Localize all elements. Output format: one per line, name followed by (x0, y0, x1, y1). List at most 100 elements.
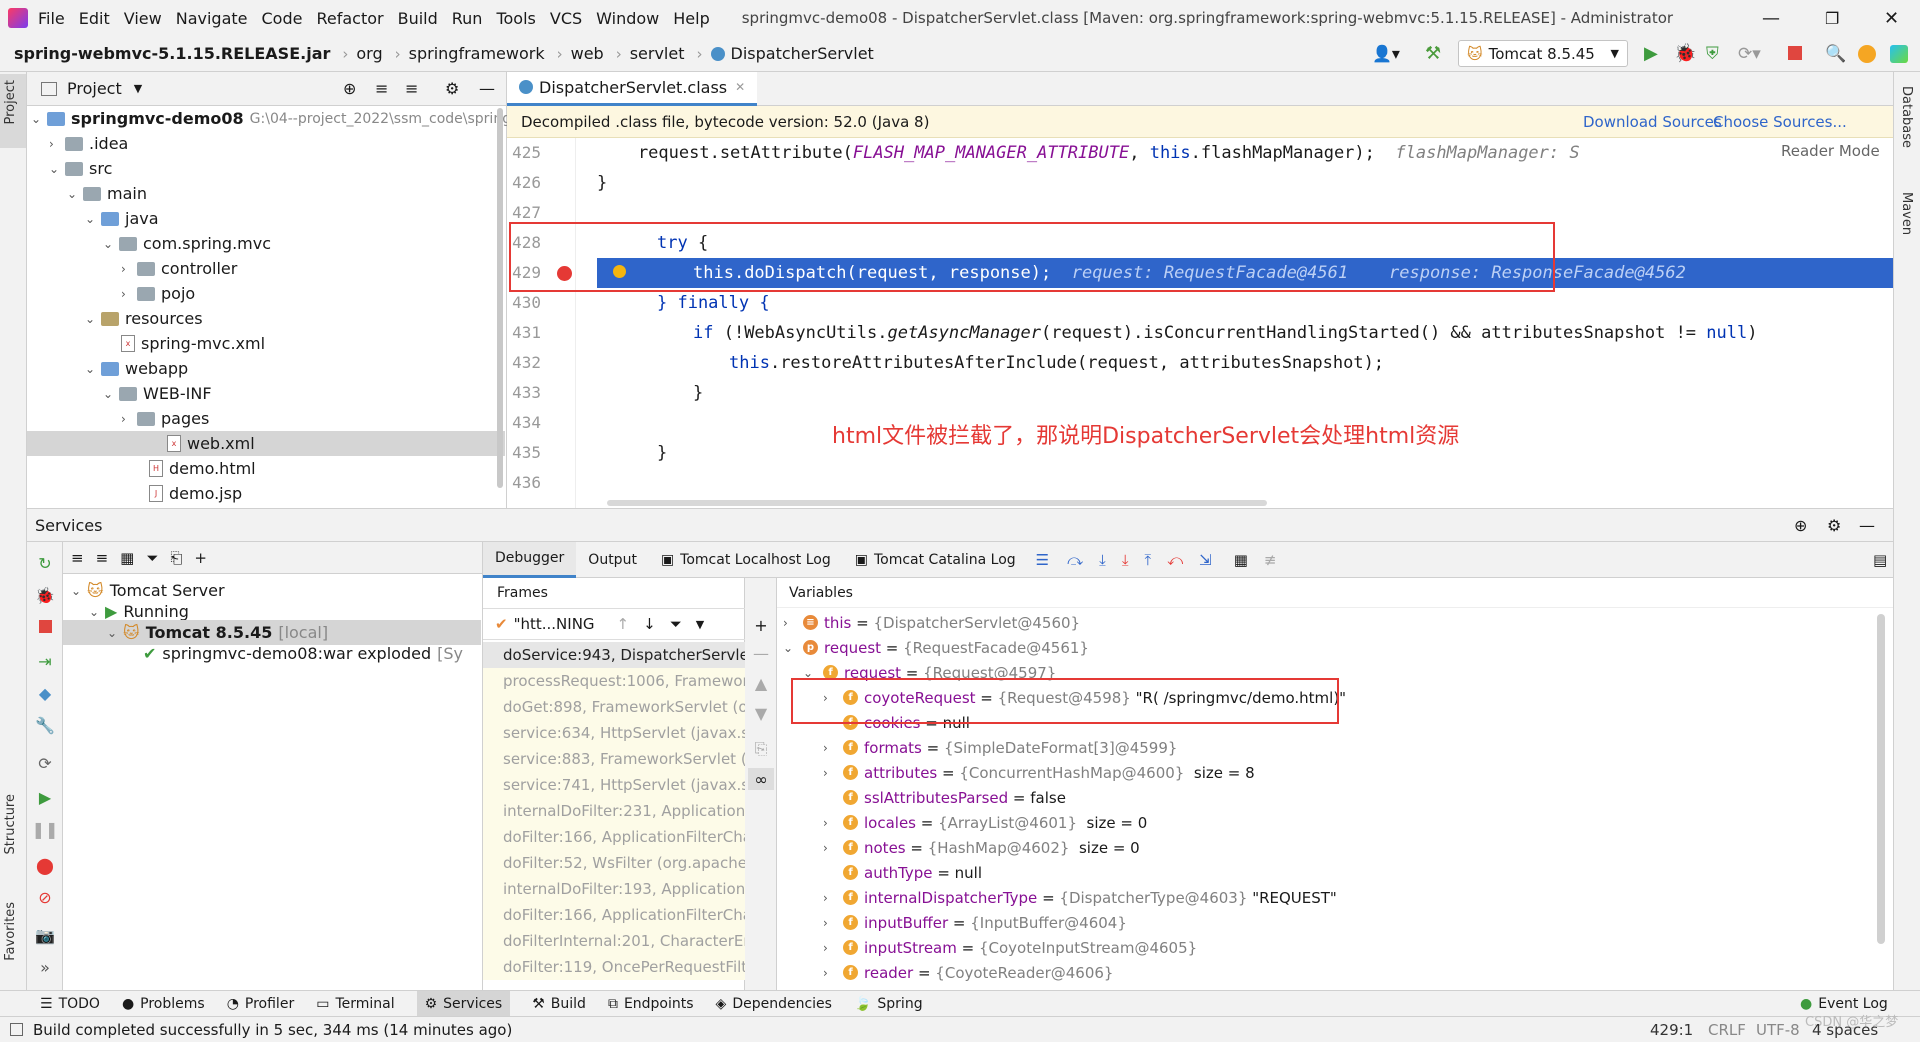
layout-icon[interactable]: ▤ (1873, 551, 1887, 569)
structure-tool-tab[interactable]: Structure (3, 794, 18, 854)
frame-item[interactable]: internalDoFilter:193, Application (483, 876, 745, 902)
breadcrumb-web[interactable]: web (571, 44, 604, 63)
menu-run[interactable]: Run (452, 9, 483, 28)
filter-icon[interactable]: ⏷ (146, 549, 158, 567)
favorites-tool-tab[interactable]: Favorites (3, 902, 18, 961)
variable-row[interactable]: › ≡ this = {DispatcherServlet@4560} (783, 610, 1080, 635)
frame-item[interactable]: processRequest:1006, Framewor (483, 668, 745, 694)
tree-item-project-root[interactable]: ⌄ springmvc-demo08 G:\04--project_2022\ssm… (31, 106, 511, 131)
rerun-icon[interactable]: ↻ (34, 552, 56, 574)
view-breakpoints-icon[interactable]: ⬤ (34, 854, 56, 876)
stop-icon[interactable] (39, 620, 52, 633)
thread-selector[interactable]: ✔ "htt...NING ↑ ↓ ⏷ ▼ (483, 608, 745, 640)
frame-item[interactable]: service:634, HttpServlet (javax.se (483, 720, 745, 746)
show-execution-point-icon[interactable]: ☰ (1036, 551, 1049, 569)
tool-tab-terminal[interactable]: ▭ Terminal (316, 996, 394, 1012)
step-into-icon[interactable]: ⤓ (1099, 551, 1106, 569)
file-encoding[interactable]: UTF-8 (1756, 1021, 1800, 1039)
force-step-into-icon[interactable]: ⤓ (1122, 551, 1129, 569)
maven-tool-tab[interactable]: Maven (1899, 192, 1914, 235)
tree-item-java[interactable]: ⌄ java (85, 206, 159, 231)
tree-item-web-inf[interactable]: ⌄ WEB-INF (103, 381, 212, 406)
collapse-all-icon[interactable]: ≡ (405, 79, 418, 98)
refresh-icon[interactable]: ⟳ (34, 752, 56, 774)
tree-item-package[interactable]: ⌄ com.spring.mvc (103, 231, 271, 256)
resume-icon[interactable]: ▶ (34, 786, 56, 808)
minimize-icon[interactable]: — (1762, 8, 1780, 29)
glasses-icon[interactable]: ∞ (748, 768, 774, 790)
breadcrumb-org[interactable]: org (356, 44, 382, 63)
user-icon[interactable]: 👤▾ (1372, 44, 1400, 63)
maximize-icon[interactable]: ❐ (1825, 9, 1839, 28)
status-toggle-icon[interactable] (10, 1023, 23, 1036)
new-tab-icon[interactable]: ⎗ (170, 549, 182, 567)
caret-position[interactable]: 429:1 (1650, 1021, 1693, 1039)
frame-item[interactable]: internalDoFilter:231, Application (483, 798, 745, 824)
tool-tab-profiler[interactable]: ◔ Profiler (227, 996, 295, 1012)
variable-row[interactable]: › f attributes = {ConcurrentHashMap@4600} … (823, 760, 1255, 785)
chevron-down-icon[interactable]: ▼ (696, 618, 704, 631)
menu-tools[interactable]: Tools (496, 9, 535, 28)
tree-item-pojo[interactable]: › pojo (121, 281, 195, 306)
tree-item-idea[interactable]: › .idea (49, 131, 128, 156)
evaluate-icon[interactable]: ▦ (1234, 551, 1248, 569)
tree-item-src[interactable]: ⌄ src (49, 156, 112, 181)
close-icon[interactable]: ✕ (1884, 8, 1899, 29)
event-log-tab[interactable]: ● Event Log (1800, 996, 1888, 1012)
database-tool-tab[interactable]: Database (1899, 86, 1914, 148)
copy-icon[interactable]: ⎘ (750, 738, 772, 760)
variable-row[interactable]: ⌄ p request = {RequestFacade@4561} (783, 635, 1089, 660)
tree-item-spring-mvc-xml[interactable]: x spring-mvc.xml (121, 331, 265, 356)
collapse-all-icon[interactable]: ≡ (96, 549, 109, 567)
breadcrumb-jar[interactable]: spring-webmvc-5.1.15.RELEASE.jar (14, 44, 330, 63)
trace-icon[interactable]: ≢ (1264, 551, 1277, 569)
build-hammer-icon[interactable]: ⚒ (1425, 43, 1441, 64)
coverage-icon[interactable]: ⛨ (1706, 44, 1719, 64)
variable-row[interactable]: › f inputStream = {CoyoteInputStream@4605} (823, 935, 1197, 960)
hide-icon[interactable]: — (1859, 516, 1875, 535)
tab-dispatcher-servlet[interactable]: DispatcherServlet.class ✕ (507, 71, 758, 106)
locate-icon[interactable]: ⊕ (343, 79, 356, 98)
project-tool-tab[interactable]: Project (3, 80, 18, 124)
pause-icon[interactable]: ❚❚ (32, 818, 59, 840)
debug-icon[interactable]: 🐞 (1674, 43, 1696, 64)
tab-debugger[interactable]: Debugger (483, 541, 577, 578)
add-service-icon[interactable]: + (194, 549, 207, 567)
download-sources-link[interactable]: Download Sources (1583, 113, 1722, 131)
variable-row[interactable]: › f reader = {CoyoteReader@4606} (823, 960, 1113, 985)
run-config-select[interactable]: 🐱 Tomcat 8.5.45 ▼ (1458, 40, 1628, 67)
menu-window[interactable]: Window (596, 9, 659, 28)
chevron-down-icon[interactable]: ▼ (134, 82, 142, 95)
tool-tab-spring[interactable]: 🍃 Spring (854, 996, 923, 1012)
profile-icon[interactable]: ⟳▾ (1738, 44, 1761, 64)
breadcrumb-class[interactable]: DispatcherServlet (731, 44, 874, 63)
tool-tab-build[interactable]: ⚒ Build (532, 996, 586, 1012)
variable-row[interactable]: › f notes = {HashMap@4602} size = 0 (823, 835, 1140, 860)
up-icon[interactable]: ↑ (617, 615, 630, 633)
tool-tab-dependencies[interactable]: ◈ Dependencies (716, 996, 832, 1012)
frame-item[interactable]: doFilterInternal:201, CharacterEn (483, 928, 745, 954)
toolbox-icon[interactable] (1890, 44, 1908, 63)
mute-breakpoints-icon[interactable]: ⊘ (34, 886, 56, 908)
expand-all-icon[interactable]: ≡ (375, 79, 388, 98)
menu-code[interactable]: Code (262, 9, 303, 28)
reader-mode-label[interactable]: Reader Mode (1773, 142, 1880, 160)
indent-setting[interactable]: 4 spaces (1812, 1021, 1878, 1039)
step-over-icon[interactable]: ⤼ (1067, 551, 1083, 569)
menu-edit[interactable]: Edit (79, 9, 110, 28)
filter-icon[interactable]: ⏷ (670, 615, 682, 633)
variable-row[interactable]: f sslAttributesParsed = false (843, 785, 1066, 810)
tab-localhost-log[interactable]: ▣ Tomcat Localhost Log (649, 542, 843, 578)
service-artifact[interactable]: ✔ springmvc-demo08:war exploded [Sy (143, 641, 463, 666)
menu-build[interactable]: Build (398, 9, 438, 28)
variable-row[interactable]: › f formats = {SimpleDateFormat[3]@4599} (823, 735, 1177, 760)
tool-tab-problems[interactable]: ● Problems (122, 996, 205, 1012)
breadcrumb-springframework[interactable]: springframework (409, 44, 545, 63)
update-icon[interactable] (1858, 44, 1876, 63)
tree-item-web-xml[interactable]: x web.xml (27, 431, 505, 456)
line-separator[interactable]: CRLF (1708, 1021, 1746, 1039)
project-panel-title[interactable]: Project (67, 79, 122, 98)
tool-tab-endpoints[interactable]: ⧉ Endpoints (608, 996, 694, 1012)
expand-all-icon[interactable]: ≡ (71, 549, 84, 567)
step-out-icon[interactable]: ⤒ (1144, 551, 1151, 569)
